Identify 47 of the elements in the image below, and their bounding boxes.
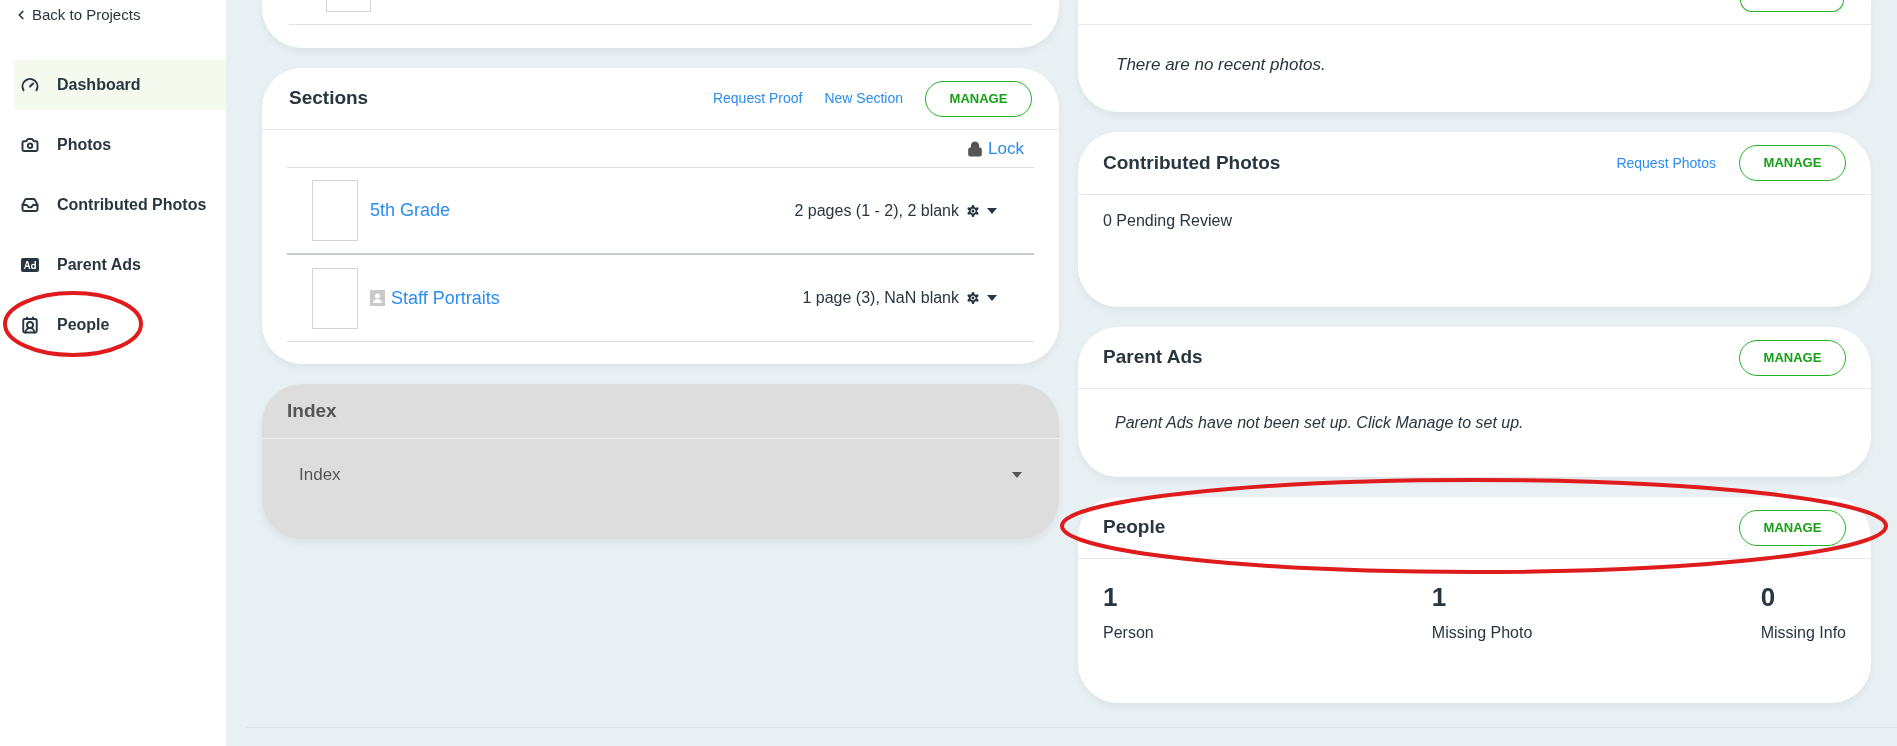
manage-button[interactable]: MANAGE <box>1739 145 1846 181</box>
page-thumbnail <box>312 267 358 329</box>
stat-value: 0 <box>1760 581 1777 613</box>
page-info: 2 pages (1 - 2), 2 blank <box>794 200 959 221</box>
sidebar-item[interactable]: Contributed Photos <box>14 179 226 230</box>
gear-icon[interactable] <box>965 202 981 219</box>
pending-review-text: 0 Pending Review <box>1102 211 1233 231</box>
camera-icon <box>21 135 39 154</box>
header-link[interactable]: New Section <box>824 88 903 109</box>
empty-message: There are no recent photos. <box>1115 54 1327 76</box>
sidebar-item[interactable]: Dashboard <box>14 59 226 110</box>
page-thumbnail <box>312 180 358 241</box>
sidebar-item[interactable]: People <box>14 299 226 350</box>
header-link[interactable]: Request Proof <box>712 88 803 109</box>
card-title: Index <box>287 398 337 423</box>
ad-icon <box>21 257 39 272</box>
manage-button[interactable]: MANAGE <box>1739 339 1846 376</box>
manage-button[interactable]: MANAGE <box>1739 509 1846 546</box>
gear-icon[interactable] <box>965 290 981 306</box>
tray-icon <box>21 195 39 214</box>
portrait-icon <box>370 290 385 306</box>
stat-label: Missing Info <box>1760 623 1846 643</box>
stat-label: Missing Photo <box>1431 623 1534 643</box>
stat-value: 1 <box>1431 581 1448 613</box>
card-title: Sections <box>289 86 370 111</box>
card-title: Contributed Photos <box>1103 150 1282 175</box>
section-link[interactable]: Staff Portraits <box>391 284 803 312</box>
sidebar-item[interactable]: Parent Ads <box>14 239 226 290</box>
caret-icon <box>987 207 997 214</box>
card-title: People <box>1103 515 1167 540</box>
card-title: Parent Ads <box>1103 345 1204 370</box>
gauge-icon <box>21 75 39 94</box>
stat-label: Person <box>1103 623 1155 643</box>
caret-icon <box>987 295 997 301</box>
contact-card-icon <box>21 315 39 334</box>
back-link[interactable]: Back to Projects <box>14 4 141 27</box>
padlock-icon <box>967 140 984 157</box>
lock-link[interactable]: Lock <box>967 135 1024 162</box>
manage-button[interactable]: MANAGE <box>925 80 1032 117</box>
section-link[interactable]: 5th Grade <box>370 197 795 224</box>
empty-message: Parent Ads have not been set up. Click Manage to set up. <box>1114 413 1525 433</box>
sidebar-item[interactable]: Photos <box>14 119 226 170</box>
page-info: 1 page (3), NaN blank <box>802 288 959 308</box>
stat-value: 1 <box>1103 581 1119 613</box>
page-thumbnail <box>326 0 371 12</box>
request-photos-link[interactable]: Request Photos <box>1616 152 1716 174</box>
caret-icon <box>1012 472 1022 478</box>
